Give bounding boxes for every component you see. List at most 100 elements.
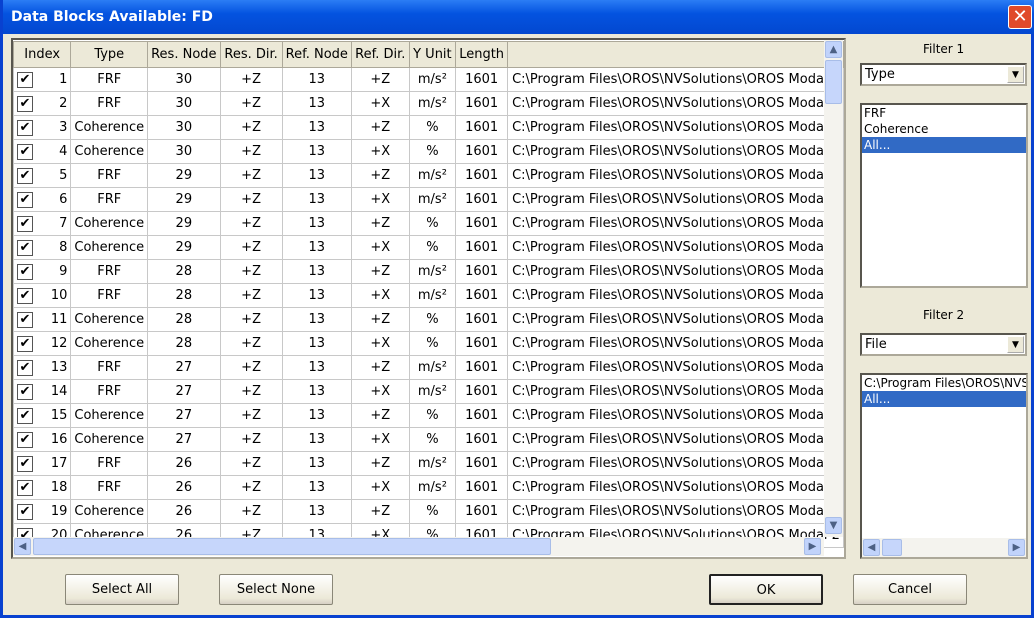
filter2-list[interactable]: C:\Program Files\OROS\NVSolutions\OROS M… [862,375,1026,407]
close-button[interactable]: ✕ [1008,5,1032,29]
ref-node-cell: 13 [281,211,352,236]
index-cell: ✔ 5 [13,163,72,188]
row-checkbox[interactable]: ✔ [17,479,33,496]
table-row[interactable]: ✔ 13 FRF 27 +Z 13 +Z m/s² 1601 C:\Program Files\O… [13,355,844,380]
table-row[interactable]: ✔ 18 FRF 26 +Z 13 +X m/s² 1601 C:\Program Files\O… [13,475,844,500]
table-row[interactable]: ✔ 7 Coherence 29 +Z 13 +Z% 1601 C:\Program Files… [13,211,844,236]
row-checkbox[interactable]: ✔ [17,191,33,208]
table-row[interactable]: ✔ 11 Coherence 28 +Z 13 +Z% 1601 C:\Program File… [13,307,844,332]
table-row[interactable]: ✔ 19 Coherence 26 +Z 13 +Z% 1601 C:\Program File… [13,499,844,524]
row-index: 13 [50,359,68,375]
horizontal-scrollbar[interactable]: ◀ ▶ [13,537,824,556]
table-row[interactable]: ✔ 1 FRF 30 +Z 13 +Z m/s² 1601 C:\Program Files\OR… [13,67,844,92]
row-checkbox[interactable]: ✔ [17,287,33,304]
type-cell: Coherence [70,115,149,140]
table-row[interactable]: ✔ 4 Coherence 30 +Z 13 +X% 1601 C:\Program Files… [13,139,844,164]
table-row[interactable]: ✔ 8 Coherence 29 +Z 13 +X% 1601 C:\Program Files… [13,235,844,260]
path-cell: C:\Program Files\OROS\NVSolutions\OROS M… [507,331,844,356]
row-checkbox[interactable]: ✔ [17,359,33,376]
row-checkbox[interactable]: ✔ [17,431,33,448]
table-row[interactable]: ✔ 2 FRF 30 +Z 13 +X m/s² 1601 C:\Program Files\OR… [13,91,844,116]
row-checkbox[interactable]: ✔ [17,503,33,520]
horizontal-scroll-thumb[interactable] [33,538,551,555]
table-row[interactable]: ✔ 15 Coherence 27 +Z 13 +Z% 1601 C:\Program File… [13,403,844,428]
row-index: 10 [50,287,68,303]
row-checkbox[interactable]: ✔ [17,95,33,112]
row-checkbox[interactable]: ✔ [17,455,33,472]
type-cell: FRF [70,91,149,116]
length-cell: 1601 [455,67,509,92]
list-item[interactable]: Coherence [862,121,1026,137]
y-unit-cell: m/s² [408,451,457,476]
column-header[interactable]: Y Unit [408,41,457,68]
vertical-scrollbar[interactable]: ▲ ▼ [824,40,843,537]
column-header[interactable]: Index [13,41,72,68]
index-cell: ✔ 9 [13,259,72,284]
row-checkbox[interactable]: ✔ [17,383,33,400]
index-cell: ✔ 18 [13,475,72,500]
type-cell: Coherence [70,427,149,452]
length-cell: 1601 [455,259,509,284]
list-item[interactable]: FRF [862,105,1026,121]
table-row[interactable]: ✔ 14 FRF 27 +Z 13 +X m/s² 1601 C:\Program Files\O… [13,379,844,404]
scroll-left-icon[interactable]: ◀ [14,538,31,555]
cancel-button[interactable]: Cancel [853,574,967,605]
table-row[interactable]: ✔ 5 FRF 29 +Z 13 +Z m/s² 1601 C:\Program Files\OR… [13,163,844,188]
column-header[interactable]: Res. Node [147,41,221,68]
res-dir-cell: +Z [219,211,283,236]
scroll-down-icon[interactable]: ▼ [825,517,842,534]
index-cell: ✔ 15 [13,403,72,428]
ref-dir-cell: +X [350,331,410,356]
column-header[interactable]: Type [70,41,149,68]
table-row[interactable]: ✔ 12 Coherence 28 +Z 13 +X% 1601 C:\Program File… [13,331,844,356]
table-row[interactable]: ✔ 3 Coherence 30 +Z 13 +Z% 1601 C:\Program Files… [13,115,844,140]
select-none-button[interactable]: Select None [219,574,333,605]
table-row[interactable]: ✔ 16 Coherence 27 +Z 13 +X% 1601 C:\Program File… [13,427,844,452]
column-header[interactable]: Length [455,41,509,68]
select-all-button[interactable]: Select All [65,574,179,605]
column-header[interactable]: Ref. Node [281,41,352,68]
row-checkbox[interactable]: ✔ [17,335,33,352]
chevron-down-icon[interactable]: ▼ [1007,66,1024,83]
row-checkbox[interactable]: ✔ [17,119,33,136]
y-unit-cell: m/s² [408,475,457,500]
column-header[interactable] [507,41,844,68]
row-checkbox[interactable]: ✔ [17,143,33,160]
type-cell: Coherence [70,139,149,164]
row-checkbox[interactable]: ✔ [17,311,33,328]
row-checkbox[interactable]: ✔ [17,239,33,256]
table-row[interactable]: ✔ 6 FRF 29 +Z 13 +X m/s² 1601 C:\Program Files\OR… [13,187,844,212]
row-checkbox[interactable]: ✔ [17,71,33,88]
scroll-right-icon[interactable]: ▶ [1008,539,1025,556]
table-row[interactable]: ✔ 9 FRF 28 +Z 13 +Z m/s² 1601 C:\Program Files\OR… [13,259,844,284]
filter1-list[interactable]: FRF Coherence All... [860,103,1028,288]
column-header[interactable]: Res. Dir. [219,41,283,68]
index-cell: ✔ 10 [13,283,72,308]
table-row[interactable]: ✔ 17 FRF 26 +Z 13 +Z m/s² 1601 C:\Program Files\O… [13,451,844,476]
ok-button[interactable]: OK [709,574,823,605]
filter2-scroll-thumb[interactable] [882,539,902,556]
res-node-cell: 26 [147,451,221,476]
row-checkbox[interactable]: ✔ [17,167,33,184]
ref-node-cell: 13 [281,139,352,164]
row-checkbox[interactable]: ✔ [17,407,33,424]
y-unit-cell: m/s² [408,283,457,308]
list-item[interactable]: All... [862,137,1026,153]
list-item[interactable]: C:\Program Files\OROS\NVSolutions\OROS M… [862,375,1026,391]
row-checkbox[interactable]: ✔ [17,263,33,280]
column-header[interactable]: Ref. Dir. [350,41,410,68]
vertical-scroll-thumb[interactable] [825,60,842,104]
filter2-list-box[interactable]: C:\Program Files\OROS\NVSolutions\OROS M… [860,373,1028,559]
scroll-up-icon[interactable]: ▲ [825,41,842,58]
list-item[interactable]: All... [862,391,1026,407]
table-row[interactable]: ✔ 10 FRF 28 +Z 13 +X m/s² 1601 C:\Program Files\O… [13,283,844,308]
filter2-combo[interactable]: File ▼ [860,333,1027,356]
ref-node-cell: 13 [281,331,352,356]
index-cell: ✔ 17 [13,451,72,476]
chevron-down-icon[interactable]: ▼ [1007,336,1024,353]
filter1-combo[interactable]: Type ▼ [860,63,1027,86]
filter2-horizontal-scrollbar[interactable]: ◀ ▶ [862,538,1026,557]
scroll-left-icon[interactable]: ◀ [863,539,880,556]
row-checkbox[interactable]: ✔ [17,215,33,232]
scroll-right-icon[interactable]: ▶ [804,538,821,555]
